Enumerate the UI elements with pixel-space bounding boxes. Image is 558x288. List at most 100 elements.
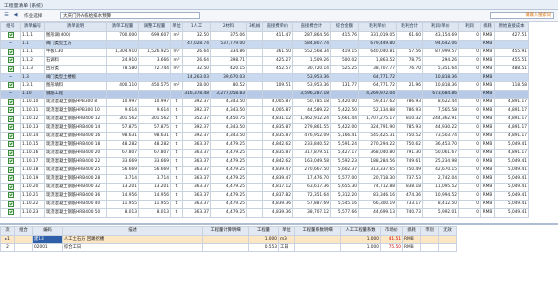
table-row[interactable]: 1.10.15 现浇混凝土钢筋HRB400 18 48.282 48.282 t 363.…: [0, 140, 529, 150]
cell-c4[interactable]: [262, 39, 293, 49]
column-header[interactable]: 市场价: [380, 226, 403, 236]
cell-c10[interactable]: 0: [458, 97, 481, 107]
column-header[interactable]: 描述: [62, 226, 203, 236]
cell-c10[interactable]: 0: [458, 123, 481, 133]
column-header[interactable]: 2材料: [210, 22, 247, 32]
cell-c5[interactable]: 476,952.09: [292, 131, 331, 141]
cell-c11[interactable]: RMB: [480, 157, 495, 167]
cell-name[interactable]: 现浇混凝土钢筋HRB400 22: [44, 157, 107, 167]
cell-c9[interactable]: 7,565.58: [422, 106, 459, 116]
cell-c1[interactable]: 363.37: [182, 182, 211, 192]
column-header[interactable]: 单位: [170, 22, 183, 32]
cell-q2[interactable]: 3.666: [138, 56, 171, 66]
cell-c12[interactable]: 4,891.17: [494, 97, 529, 107]
cell-c4[interactable]: [262, 89, 293, 99]
cell-c2[interactable]: 4,343.50: [210, 123, 247, 133]
cell-c6[interactable]: 5,655.30: [330, 182, 359, 192]
cell-unit[interactable]: [170, 73, 183, 82]
cell-c7[interactable]: 74,712.88: [358, 182, 397, 192]
cell-unit[interactable]: t: [170, 174, 183, 184]
cell-combo[interactable]: [14, 243, 33, 252]
cell-c9[interactable]: 25,234.98: [422, 157, 459, 167]
cell-q1[interactable]: 24.910: [106, 56, 139, 66]
cell-c6[interactable]: [330, 73, 359, 82]
cell-q1[interactable]: 67.807: [106, 148, 139, 158]
cell-q1[interactable]: 48.282: [106, 140, 139, 150]
cell-q1[interactable]: 98.631: [106, 131, 139, 141]
cell-c6[interactable]: 500.02: [330, 56, 359, 66]
column-header[interactable]: 清单工程量: [106, 22, 139, 32]
cell-name[interactable]: 现浇混凝土钢筋HRB400 20: [44, 148, 107, 158]
cell-c3[interactable]: [246, 148, 263, 158]
cell-name[interactable]: 石调料: [44, 56, 107, 66]
cell-c1[interactable]: 14,263.03: [182, 73, 211, 82]
cell-c11[interactable]: RMB: [480, 148, 495, 158]
cell-code[interactable]: 1.10.23: [20, 208, 45, 218]
cell-c3[interactable]: [246, 31, 263, 41]
cell-q1[interactable]: [106, 89, 139, 99]
cell-c11[interactable]: RMB: [480, 106, 495, 116]
cell-c8[interactable]: [396, 89, 423, 99]
cell-c7[interactable]: 640,040.81: [358, 47, 397, 57]
cell-code[interactable]: 1.3: [20, 73, 45, 82]
cell-name[interactable]: 图形填料: [44, 81, 107, 91]
cell-c2[interactable]: 39,670.03: [210, 73, 247, 82]
cell-coef2[interactable]: 1.000: [340, 243, 381, 252]
cell-code[interactable]: 1.10.10: [20, 97, 45, 107]
checkbox[interactable]: [7, 141, 14, 147]
cell-c8[interactable]: 786.93: [396, 106, 423, 116]
cell-c7[interactable]: 188,284.56: [358, 157, 397, 167]
cell-c8[interactable]: 76.70: [396, 64, 423, 74]
cell-c10[interactable]: 0: [458, 140, 481, 150]
cell-c4[interactable]: 361.50: [262, 47, 293, 57]
table-row[interactable]: 1.10.14 现浇混凝土钢筋HRB400 16 98.631 98.631 t 392.…: [0, 131, 529, 141]
checkbox[interactable]: [7, 57, 14, 63]
cell-c3[interactable]: [246, 106, 263, 116]
cell-c7[interactable]: 270,294.22: [358, 140, 397, 150]
cell-code[interactable]: 1.10.12: [20, 114, 45, 124]
cell-c8[interactable]: 838.18: [396, 182, 423, 192]
cell-c5[interactable]: 50,785.18: [292, 97, 331, 107]
cell-loss[interactable]: RMB: [402, 243, 421, 252]
cell-c1[interactable]: 363.37: [182, 148, 211, 158]
cell-unit[interactable]: m³: [170, 64, 183, 74]
cell-c5[interactable]: 53,953.36: [292, 73, 331, 82]
cell-c4[interactable]: 4,839.47: [262, 165, 293, 175]
cell-unit[interactable]: t: [170, 140, 183, 150]
cell-c5[interactable]: 38,707.12: [292, 208, 331, 218]
column-header[interactable]: 无效: [438, 226, 457, 236]
cell-c4[interactable]: 4,842.62: [262, 140, 293, 150]
row-checkbox-cell[interactable]: [0, 64, 21, 74]
cell-c3[interactable]: [246, 39, 263, 49]
project-path-field[interactable]: 大庆门外A栋给排水预算: [60, 12, 200, 19]
cell-c3[interactable]: [246, 81, 263, 91]
cell-c7[interactable]: 83,346.16: [358, 191, 397, 201]
column-header[interactable]: 调整工程量: [138, 22, 171, 32]
cell-q1[interactable]: 10.997: [106, 97, 139, 107]
cell-c5[interactable]: 1,509.26: [292, 56, 331, 66]
checkbox[interactable]: [7, 209, 14, 215]
cell-c4[interactable]: 4,005.87: [262, 106, 293, 116]
cell-name[interactable]: 现浇混凝土钢筋HPB300 10: [44, 106, 107, 116]
cell-c4[interactable]: 4,839.36: [262, 199, 293, 209]
cell-detail[interactable]: [202, 243, 249, 252]
table-row[interactable]: 1.1.3 回分类 78.580 72.744 m³ 32.50 420.15 452.57 3…: [0, 64, 529, 74]
cell-q2[interactable]: 8.013: [138, 208, 171, 218]
cell-c1[interactable]: 26.64: [182, 47, 211, 57]
cell-c12[interactable]: [494, 73, 529, 82]
cell-code[interactable]: 1.1: [20, 39, 45, 49]
cell-c1[interactable]: 363.37: [182, 157, 211, 167]
cell-c7[interactable]: 1,863.52: [358, 56, 397, 66]
cell-c12[interactable]: 5,049.41: [494, 182, 529, 192]
cell-c11[interactable]: RMB: [480, 97, 495, 107]
row-checkbox-cell[interactable]: [0, 165, 21, 175]
cell-q1[interactable]: 11.955: [106, 199, 139, 209]
cell-q1[interactable]: 78.580: [106, 64, 139, 74]
cell-q2[interactable]: 699.607: [138, 31, 171, 41]
row-checkbox-cell[interactable]: [0, 31, 21, 41]
checkbox[interactable]: [7, 98, 14, 105]
cell-c2[interactable]: 4,479.25: [210, 182, 247, 192]
cell-c4[interactable]: 4,842.62: [262, 157, 293, 167]
table-row[interactable]: 1.10.19 现浇混凝土钢筋HRB400 28 3.714 3.714 t 363.37…: [0, 174, 529, 184]
cell-c7[interactable]: 52,134.88: [358, 106, 397, 116]
